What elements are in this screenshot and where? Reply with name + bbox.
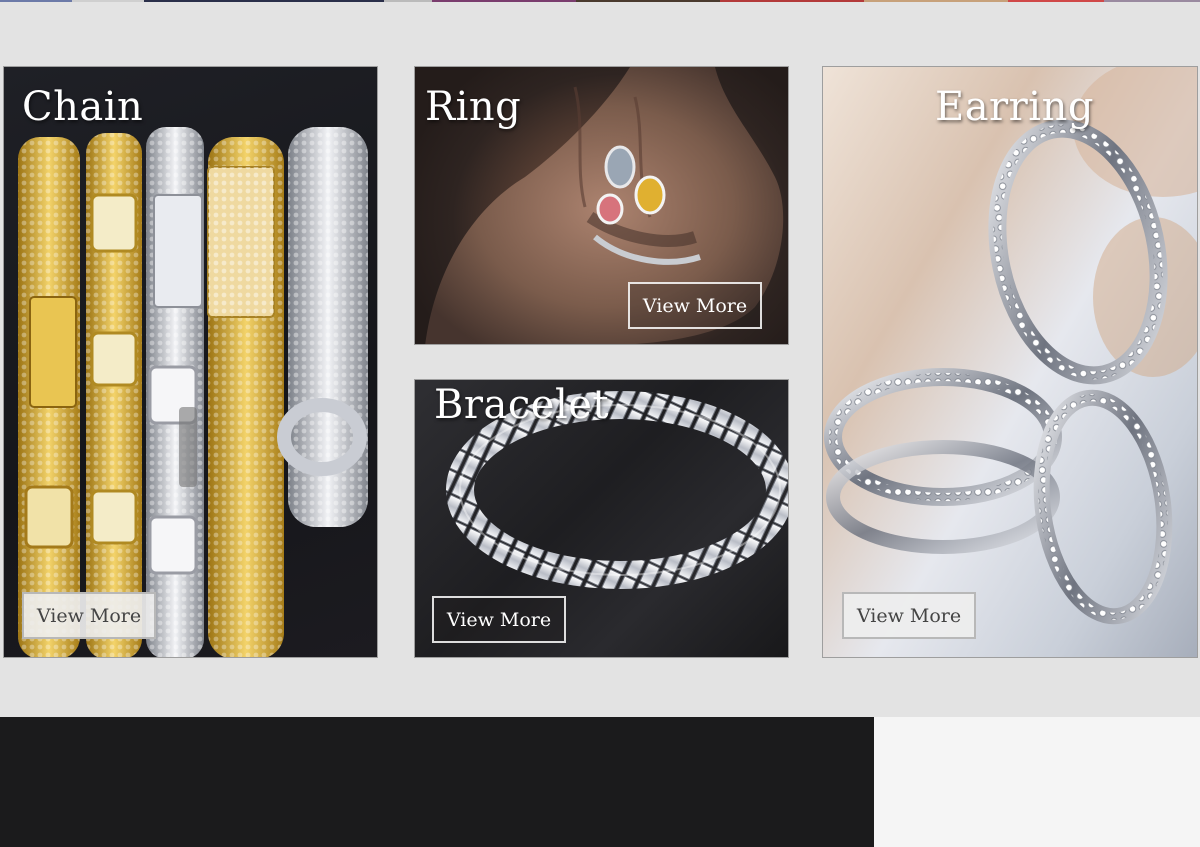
card-title-chain: Chain — [22, 84, 144, 130]
view-more-button-earring[interactable]: View More — [842, 592, 976, 639]
category-card-ring[interactable]: Ring View More — [414, 66, 789, 345]
chain-product-image — [18, 127, 368, 657]
top-image-strip — [0, 0, 1200, 2]
card-title-ring: Ring — [425, 84, 522, 130]
earring-product-image — [824, 67, 1197, 625]
card-title-earring: Earring — [935, 84, 1094, 130]
view-more-button-bracelet[interactable]: View More — [432, 596, 566, 643]
footer-light-panel — [874, 717, 1200, 847]
view-more-button-ring[interactable]: View More — [628, 282, 762, 329]
view-more-button-chain[interactable]: View More — [22, 592, 156, 639]
footer-dark-panel — [0, 717, 874, 847]
category-card-bracelet[interactable]: Bracelet View More — [414, 379, 789, 658]
card-title-bracelet: Bracelet — [434, 382, 609, 428]
category-card-chain[interactable]: Chain View More — [3, 66, 378, 658]
category-card-earring[interactable]: Earring View More — [822, 66, 1198, 658]
